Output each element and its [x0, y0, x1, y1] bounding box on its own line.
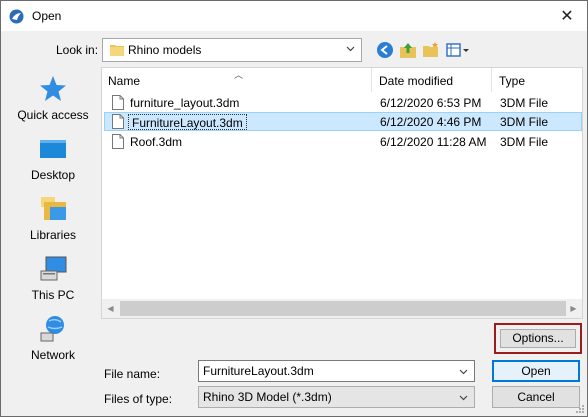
column-header-date-modified[interactable]: Date modified [379, 74, 453, 90]
look-in-dropdown[interactable]: Rhino models [102, 38, 362, 62]
this-pc-icon [40, 256, 67, 281]
column-header-type[interactable]: Type [499, 74, 525, 90]
title-bar[interactable]: Open ✕ [1, 1, 587, 31]
place-label: This PC [31, 288, 75, 302]
close-icon: ✕ [560, 8, 574, 25]
close-button[interactable]: ✕ [547, 1, 587, 31]
file-date: 6/12/2020 11:28 AM [380, 135, 487, 149]
place-desktop[interactable]: Desktop [9, 129, 97, 189]
file-name: Roof.3dm [130, 135, 183, 149]
chevron-down-icon [346, 46, 355, 52]
network-icon [40, 316, 64, 342]
place-network[interactable]: Network [9, 309, 97, 369]
chevron-down-icon[interactable] [458, 366, 469, 377]
options-highlight-frame: Options... [494, 323, 582, 354]
window-title: Open [32, 9, 62, 23]
file-date: 6/12/2020 6:53 PM [380, 96, 482, 110]
file-type: 3DM File [500, 96, 549, 110]
place-this-pc[interactable]: This PC [9, 249, 97, 309]
chevron-down-icon [459, 395, 468, 401]
file-type: 3DM File [500, 115, 549, 129]
file-name: furniture_layout.3dm [130, 96, 240, 110]
column-divider[interactable] [491, 68, 492, 92]
file-name-label: File name: [104, 367, 161, 381]
view-menu-icon[interactable] [446, 41, 470, 59]
cancel-button[interactable]: Cancel [492, 386, 580, 408]
quick-access-star-icon [40, 76, 66, 101]
open-button[interactable]: Open [492, 360, 580, 382]
file-name-value: FurnitureLayout.3dm [203, 364, 314, 378]
column-divider[interactable] [371, 68, 372, 92]
new-folder-icon[interactable] [422, 41, 440, 59]
file-row-selected[interactable]: FurnitureLayout.3dm 6/12/2020 4:46 PM 3D… [104, 112, 582, 131]
file-name-input[interactable]: FurnitureLayout.3dm [198, 360, 475, 382]
places-bar: Quick access Desktop Libraries This PC N… [9, 69, 97, 389]
open-dialog: Open ✕ Look in: Rhino models Quick acces… [0, 0, 588, 417]
place-label: Desktop [30, 168, 76, 182]
file-list[interactable]: ︿ Name Date modified Type furniture_layo… [101, 67, 583, 319]
place-label: Quick access [17, 108, 89, 122]
libraries-icon [41, 197, 66, 220]
file-row[interactable]: furniture_layout.3dm 6/12/2020 6:53 PM 3… [104, 93, 582, 112]
look-in-value: Rhino models [128, 43, 202, 57]
file-date: 6/12/2020 4:46 PM [380, 115, 482, 129]
file-name-focus-box: FurnitureLayout.3dm [128, 114, 247, 130]
file-name: FurnitureLayout.3dm [132, 116, 243, 130]
column-header-name[interactable]: Name [108, 74, 140, 90]
place-quick-access[interactable]: Quick access [9, 69, 97, 129]
scrollbar-thumb[interactable] [120, 301, 566, 316]
files-of-type-dropdown[interactable]: Rhino 3D Model (*.3dm) [198, 386, 475, 408]
place-libraries[interactable]: Libraries [9, 189, 97, 249]
files-of-type-value: Rhino 3D Model (*.3dm) [203, 390, 332, 404]
back-icon[interactable] [376, 41, 394, 59]
look-in-label: Look in: [56, 43, 99, 57]
place-label: Network [30, 348, 75, 362]
rhino-app-icon [9, 9, 24, 24]
options-button[interactable]: Options... [500, 329, 576, 348]
scroll-left-icon[interactable]: ◀ [102, 299, 119, 318]
up-folder-icon[interactable] [399, 41, 417, 59]
file-row[interactable]: Roof.3dm 6/12/2020 11:28 AM 3DM File [104, 132, 582, 151]
sort-ascending-icon: ︿ [234, 70, 244, 80]
horizontal-scrollbar[interactable]: ◀ ▶ [102, 299, 582, 318]
resize-grip-icon[interactable] [575, 404, 585, 414]
file-icon [112, 95, 124, 110]
desktop-icon [40, 140, 66, 158]
scroll-right-icon[interactable]: ▶ [565, 299, 582, 318]
folder-icon [110, 45, 124, 56]
file-type: 3DM File [500, 135, 549, 149]
file-icon [112, 114, 124, 129]
files-of-type-label: Files of type: [104, 392, 173, 406]
place-label: Libraries [29, 228, 77, 242]
file-icon [112, 134, 124, 149]
